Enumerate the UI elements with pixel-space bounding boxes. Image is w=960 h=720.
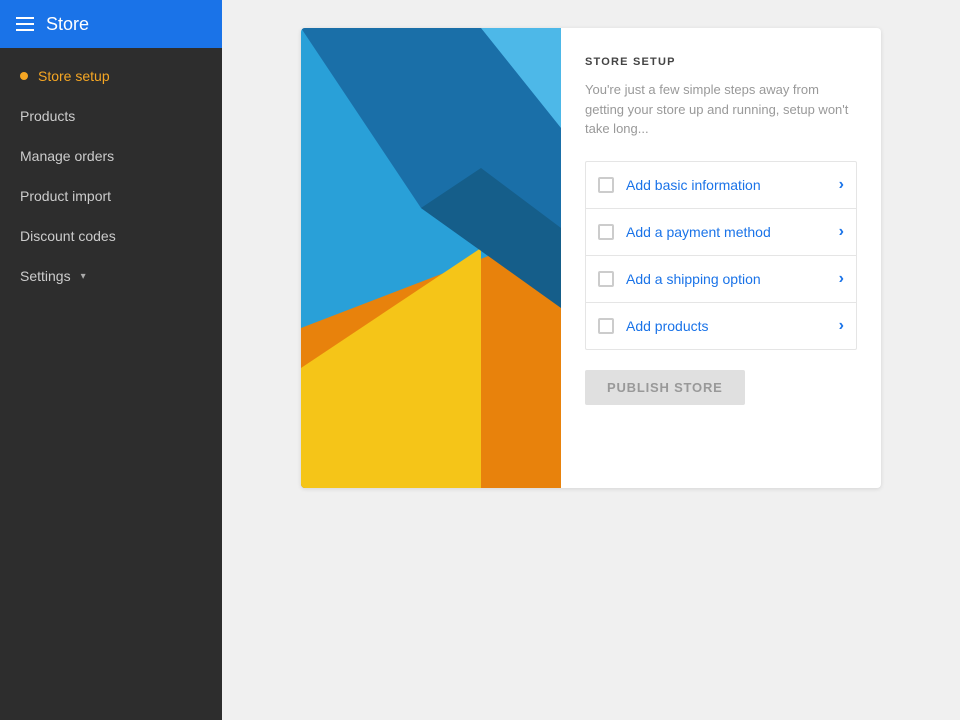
step-label-basic-info: Add basic information <box>626 177 839 193</box>
sidebar-item-manage-orders[interactable]: Manage orders <box>0 136 222 176</box>
publish-store-button[interactable]: PUBLISH STORE <box>585 370 745 405</box>
sidebar: Store Store setup Products Manage orders… <box>0 0 222 720</box>
sidebar-item-label: Products <box>20 108 75 124</box>
step-label-add-products: Add products <box>626 318 839 334</box>
step-label-payment: Add a payment method <box>626 224 839 240</box>
chevron-right-icon: › <box>839 270 844 288</box>
step-checkbox-basic-info[interactable] <box>598 177 614 193</box>
sidebar-nav: Store setup Products Manage orders Produ… <box>0 48 222 296</box>
sidebar-item-label: Manage orders <box>20 148 114 164</box>
sidebar-item-store-setup[interactable]: Store setup <box>0 56 222 96</box>
decorative-graphic <box>301 28 561 488</box>
setup-step-payment[interactable]: Add a payment method › <box>586 209 856 256</box>
sidebar-item-product-import[interactable]: Product import <box>0 176 222 216</box>
card-content: STORE SETUP You're just a few simple ste… <box>561 28 881 488</box>
setup-step-basic-info[interactable]: Add basic information › <box>586 162 856 209</box>
setup-step-add-products[interactable]: Add products › <box>586 303 856 349</box>
sidebar-item-label: Store setup <box>38 68 110 84</box>
sidebar-item-discount-codes[interactable]: Discount codes <box>0 216 222 256</box>
step-checkbox-shipping[interactable] <box>598 271 614 287</box>
setup-step-shipping[interactable]: Add a shipping option › <box>586 256 856 303</box>
main-content: STORE SETUP You're just a few simple ste… <box>222 0 960 720</box>
chevron-right-icon: › <box>839 317 844 335</box>
active-dot <box>20 72 28 80</box>
sidebar-item-label: Product import <box>20 188 111 204</box>
step-label-shipping: Add a shipping option <box>626 271 839 287</box>
chevron-right-icon: › <box>839 223 844 241</box>
sidebar-item-label: Settings <box>20 268 71 284</box>
app-title: Store <box>46 14 89 35</box>
setup-steps-list: Add basic information › Add a payment me… <box>585 161 857 350</box>
sidebar-item-settings[interactable]: Settings ▾ <box>0 256 222 296</box>
sidebar-header: Store <box>0 0 222 48</box>
step-checkbox-payment[interactable] <box>598 224 614 240</box>
sidebar-item-label: Discount codes <box>20 228 116 244</box>
chevron-right-icon: › <box>839 176 844 194</box>
store-setup-description: You're just a few simple steps away from… <box>585 80 857 139</box>
step-checkbox-add-products[interactable] <box>598 318 614 334</box>
chevron-down-icon: ▾ <box>81 271 86 282</box>
sidebar-item-products[interactable]: Products <box>0 96 222 136</box>
store-setup-card: STORE SETUP You're just a few simple ste… <box>301 28 881 488</box>
store-setup-title: STORE SETUP <box>585 56 857 68</box>
hamburger-icon[interactable] <box>16 17 34 31</box>
card-image <box>301 28 561 488</box>
